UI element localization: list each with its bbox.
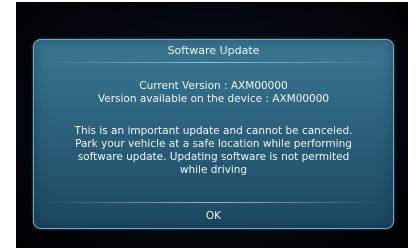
- screen: Software Update Current Version : AXM000…: [0, 0, 417, 248]
- title-divider: [42, 62, 385, 63]
- message-line: software update. Updating software is no…: [77, 151, 350, 163]
- version-info: Current Version : AXM00000 Version avail…: [34, 80, 393, 106]
- message-line: Park your vehicle at a safe location whi…: [75, 138, 352, 150]
- software-update-dialog: Software Update Current Version : AXM000…: [33, 39, 394, 229]
- update-message: This is an important update and cannot b…: [40, 125, 387, 177]
- dialog-title: Software Update: [167, 44, 260, 57]
- ok-button[interactable]: OK: [34, 203, 393, 228]
- available-version-text: Version available on the device : AXM000…: [97, 93, 330, 105]
- message-line: This is an important update and cannot b…: [74, 125, 353, 137]
- current-version-text: Current Version : AXM00000: [139, 80, 288, 92]
- message-line: while driving: [179, 164, 248, 176]
